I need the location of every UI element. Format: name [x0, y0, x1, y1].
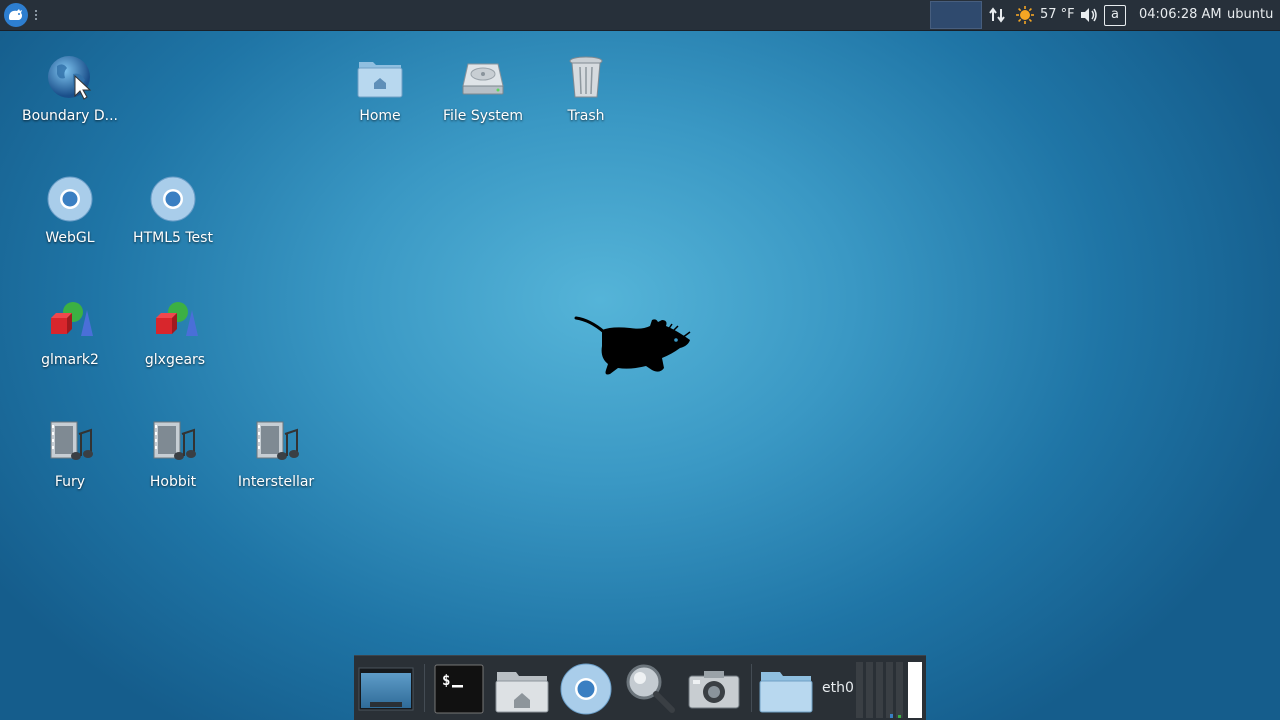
- dock-app-finder[interactable]: [622, 662, 678, 716]
- desktop-icon-label: File System: [442, 108, 524, 124]
- chromium-icon: [45, 174, 95, 224]
- dock-file-manager[interactable]: [494, 662, 550, 716]
- desktop-icon-label: HTML5 Test: [133, 230, 213, 246]
- desktop-icon-label: Hobbit: [149, 474, 197, 490]
- network-interface-label[interactable]: eth0: [822, 680, 854, 696]
- desktop-icon-home[interactable]: Home: [330, 52, 430, 124]
- xfce-mouse-logo: [574, 316, 691, 375]
- video-file-icon: [148, 418, 198, 468]
- dock-terminal[interactable]: $: [431, 662, 487, 716]
- bottom-dock: $ eth0: [354, 655, 926, 720]
- desktop-icon-trash[interactable]: Trash: [536, 52, 636, 124]
- desktop-icon-filesystem[interactable]: File System: [433, 52, 533, 124]
- chromium-icon: [148, 174, 198, 224]
- svg-text:$: $: [442, 673, 450, 689]
- network-load-meter[interactable]: [856, 660, 924, 718]
- desktop-icon-glmark2[interactable]: glmark2: [20, 296, 120, 368]
- desktop-icon-label: Fury: [54, 474, 86, 490]
- user-menu[interactable]: ubuntu: [1227, 7, 1273, 22]
- desktop-icon-interstellar[interactable]: Interstellar: [226, 418, 326, 490]
- applications-menu-button[interactable]: [4, 3, 28, 27]
- desktop-icon-boundary[interactable]: Boundary D...: [20, 52, 120, 124]
- dock-web-browser[interactable]: [558, 662, 614, 716]
- speaker-icon[interactable]: [1078, 5, 1100, 25]
- chromium-icon: [560, 663, 612, 715]
- network-updown-icon[interactable]: [987, 5, 1007, 25]
- desktop-icon-label: Home: [359, 108, 401, 124]
- clock[interactable]: 04:06:28 AM: [1139, 7, 1222, 22]
- magnifier-icon: [626, 664, 675, 713]
- hard-drive-icon: [458, 52, 508, 102]
- desktop-icon-html5-test[interactable]: HTML5 Test: [123, 174, 223, 246]
- desktop-icon-hobbit[interactable]: Hobbit: [123, 418, 223, 490]
- panel-handle[interactable]: [35, 10, 38, 20]
- desktop-icon-label: Boundary D...: [21, 108, 118, 124]
- home-folder-icon: [495, 672, 549, 713]
- desktop-icon-label: WebGL: [45, 230, 95, 246]
- trash-icon: [561, 52, 611, 102]
- video-file-icon: [251, 418, 301, 468]
- home-folder-icon: [355, 52, 405, 102]
- desktop-icon-glxgears[interactable]: glxgears: [125, 296, 225, 368]
- terminal-icon: $: [434, 664, 484, 714]
- 3d-shapes-icon: [45, 296, 95, 346]
- dock-separator: [751, 664, 752, 712]
- desktop-icon-label: Trash: [567, 108, 605, 124]
- desktop-icon-label: glxgears: [144, 352, 206, 368]
- desktop-icon-label: Interstellar: [237, 474, 315, 490]
- dock-show-desktop[interactable]: [358, 662, 414, 716]
- workspace-switcher[interactable]: [930, 1, 982, 29]
- camera-icon: [688, 671, 740, 709]
- dock-screenshot[interactable]: [686, 662, 742, 716]
- desktop-icon-fury[interactable]: Fury: [20, 418, 120, 490]
- sun-icon[interactable]: [1014, 5, 1036, 25]
- dock-folder[interactable]: [758, 662, 814, 716]
- video-file-icon: [45, 418, 95, 468]
- 3d-shapes-icon: [150, 296, 200, 346]
- desktop-icon-webgl[interactable]: WebGL: [20, 174, 120, 246]
- keyboard-layout-indicator[interactable]: a: [1104, 5, 1126, 26]
- dock-separator: [424, 664, 425, 712]
- desktop-icon-label: glmark2: [41, 352, 99, 368]
- top-panel: 57 °F a 04:06:28 AM ubuntu: [0, 0, 1280, 31]
- desktop-icon: [358, 667, 414, 711]
- xfce-mouse-menu-icon: [9, 9, 23, 20]
- globe-icon: [45, 52, 95, 102]
- folder-icon: [759, 672, 813, 713]
- weather-temperature[interactable]: 57 °F: [1040, 7, 1075, 22]
